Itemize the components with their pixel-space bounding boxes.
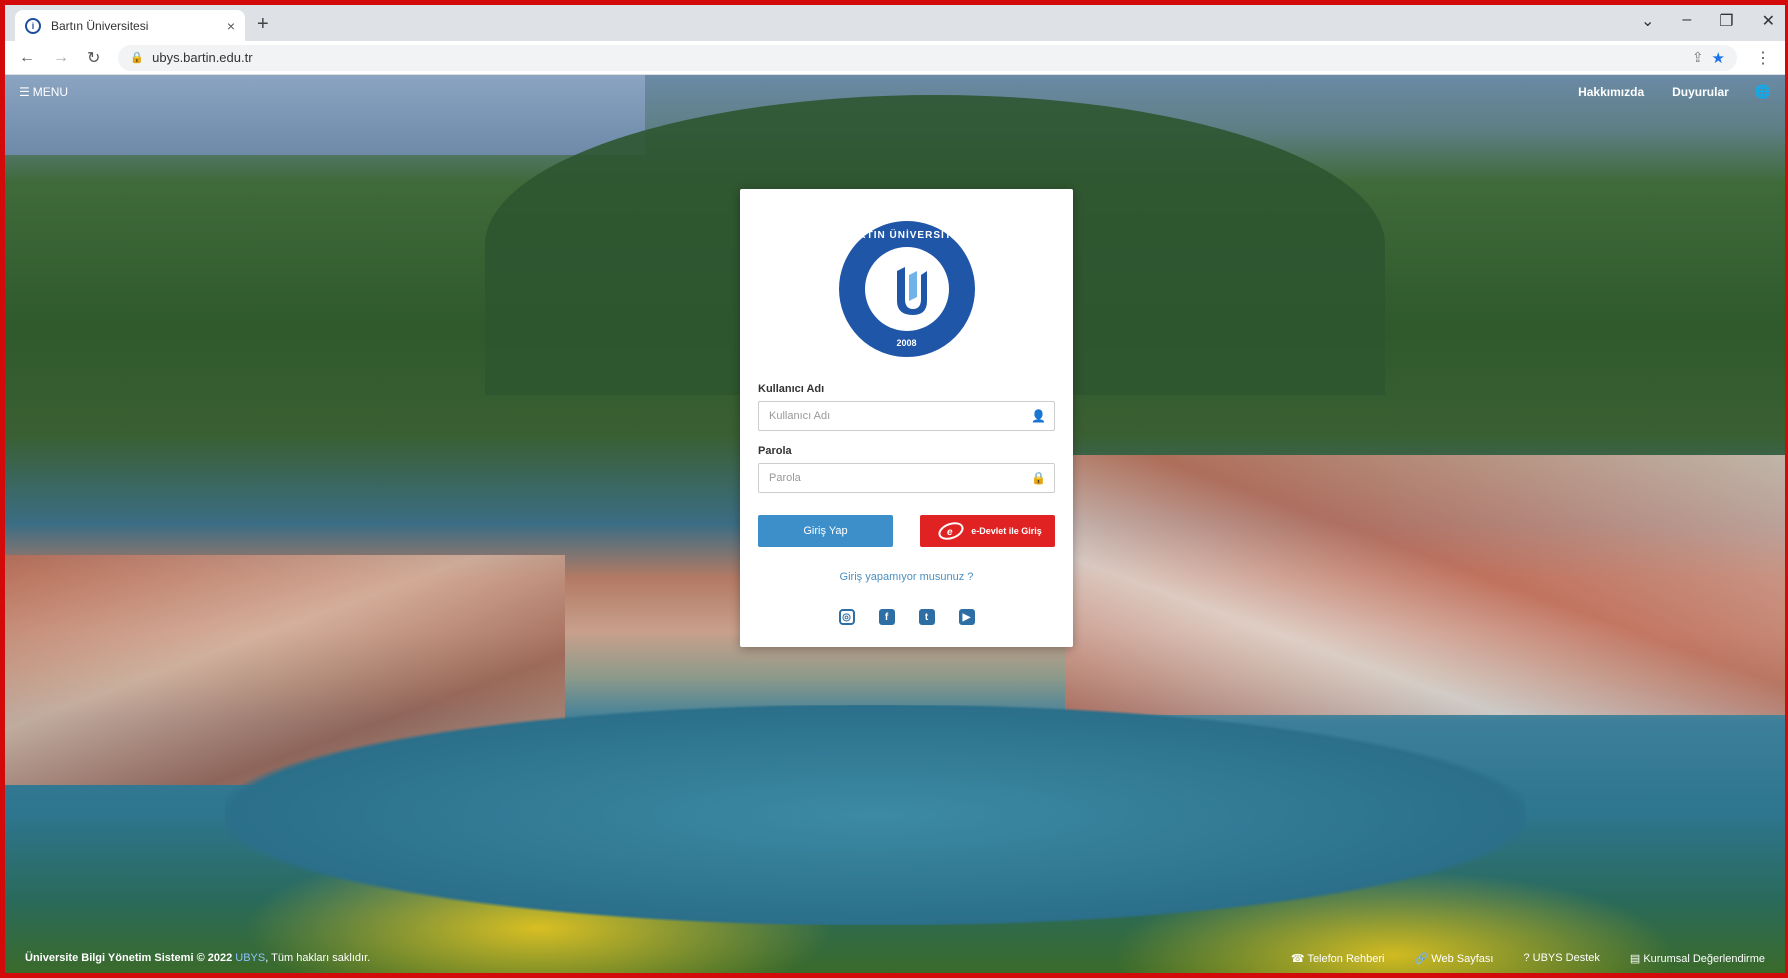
- username-wrap: 👤: [758, 401, 1055, 431]
- logo-inner: [861, 244, 952, 334]
- minimize-icon[interactable]: –: [1682, 11, 1691, 31]
- username-label: Kullanıcı Adı: [758, 383, 825, 395]
- footer-link-support-label: UBYS Destek: [1532, 952, 1600, 964]
- browser-tab[interactable]: i Bartın Üniversitesi ×: [15, 10, 245, 41]
- bookmark-star-icon[interactable]: ★: [1712, 49, 1725, 67]
- new-tab-icon[interactable]: +: [257, 13, 269, 36]
- background-town-right: [1065, 455, 1785, 715]
- back-icon[interactable]: ←: [19, 49, 35, 67]
- footer-system-name: Üniversite Bilgi Yönetim Sistemi © 2022: [25, 952, 233, 964]
- globe-icon[interactable]: 🌐: [1755, 84, 1771, 100]
- lock-icon: 🔒: [130, 52, 145, 64]
- tab-search-icon[interactable]: ⌄: [1641, 11, 1654, 31]
- favicon-icon: i: [25, 17, 41, 34]
- menu-button[interactable]: ☰ MENU: [19, 85, 68, 99]
- browser-tabbar: i Bartın Üniversitesi × + ⌄ – ❐ ✕: [5, 5, 1785, 41]
- lock-icon: 🔒: [1031, 471, 1046, 485]
- window-controls: ⌄ – ❐ ✕: [1641, 11, 1775, 31]
- screen-frame: i Bartın Üniversitesi × + ⌄ – ❐ ✕ ← → ↻ …: [0, 0, 1788, 978]
- footer-link-evaluation[interactable]: ▤ Kurumsal Değerlendirme: [1630, 952, 1765, 965]
- browser-navbar: ← → ↻ 🔒 ubys.bartin.edu.tr ⇪ ★ ⋮: [5, 41, 1785, 75]
- university-logo: BARTIN ÜNİVERSİTESİ 2008: [838, 221, 975, 357]
- password-input[interactable]: [759, 464, 1054, 492]
- nav-link-about[interactable]: Hakkımızda: [1578, 85, 1644, 99]
- password-label: Parola: [758, 445, 792, 457]
- svg-text:e: e: [947, 527, 953, 538]
- youtube-icon[interactable]: ▶: [958, 609, 975, 625]
- twitter-icon[interactable]: t: [918, 609, 935, 625]
- tab-close-icon[interactable]: ×: [227, 18, 235, 34]
- social-links: ◎ f t ▶: [758, 609, 1055, 625]
- address-bar[interactable]: 🔒 ubys.bartin.edu.tr ⇪ ★: [118, 44, 1737, 71]
- logo-ring-text: BARTIN ÜNİVERSİTESİ: [841, 230, 971, 241]
- edevlet-button[interactable]: e e-Devlet ile Giriş: [920, 515, 1055, 547]
- restore-icon[interactable]: ❐: [1719, 11, 1733, 31]
- nav-link-announcements[interactable]: Duyurular: [1672, 85, 1729, 99]
- forgot-link[interactable]: Giriş yapamıyor musunuz ?: [758, 571, 1055, 583]
- top-menu-bar: ☰ MENU Hakkımızda Duyurular 🌐: [5, 75, 1785, 109]
- url-text: ubys.bartin.edu.tr: [152, 50, 253, 65]
- footer-copyright: Üniversite Bilgi Yönetim Sistemi © 2022 …: [25, 952, 370, 964]
- reload-icon[interactable]: ↻: [87, 48, 100, 68]
- instagram-icon[interactable]: ◎: [838, 609, 855, 625]
- login-buttons: Giriş Yap e e-Devlet ile Giriş: [758, 515, 1055, 547]
- edevlet-label: e-Devlet ile Giriş: [971, 526, 1042, 536]
- login-button[interactable]: Giriş Yap: [758, 515, 893, 547]
- menu-label: MENU: [32, 85, 69, 99]
- footer-link-support[interactable]: ? UBYS Destek: [1523, 952, 1599, 964]
- footer-brand-link[interactable]: UBYS: [235, 952, 265, 964]
- logo-wrap: BARTIN ÜNİVERSİTESİ 2008: [758, 221, 1055, 357]
- footer-link-evaluation-label: Kurumsal Değerlendirme: [1643, 952, 1765, 965]
- hamburger-icon: ☰: [19, 85, 30, 99]
- password-wrap: 🔒: [758, 463, 1055, 493]
- footer-link-phonebook-label: Telefon Rehberi: [1307, 952, 1385, 965]
- footer-rights: , Tüm hakları saklıdır.: [265, 952, 371, 964]
- user-icon: 👤: [1031, 409, 1046, 423]
- facebook-icon[interactable]: f: [878, 609, 895, 625]
- close-window-icon[interactable]: ✕: [1762, 11, 1775, 31]
- browser-menu-icon[interactable]: ⋮: [1755, 48, 1771, 68]
- background-bay: [225, 705, 1525, 925]
- logo-year: 2008: [896, 338, 917, 348]
- share-icon[interactable]: ⇪: [1692, 49, 1704, 66]
- edevlet-icon: e: [938, 522, 964, 540]
- username-input[interactable]: [759, 402, 1054, 430]
- forward-icon[interactable]: →: [53, 49, 69, 67]
- tab-title: Bartın Üniversitesi: [51, 18, 149, 33]
- footer-link-phonebook[interactable]: ☎ Telefon Rehberi: [1291, 952, 1385, 965]
- login-card: BARTIN ÜNİVERSİTESİ 2008 Kullanıcı Adı 👤…: [740, 189, 1073, 647]
- login-page: ☰ MENU Hakkımızda Duyurular 🌐 BARTIN ÜNİ…: [5, 75, 1785, 973]
- logo-mark-icon: [896, 267, 927, 315]
- footer-link-website[interactable]: 🔗 Web Sayfası: [1415, 952, 1494, 965]
- footer-link-website-label: Web Sayfası: [1431, 952, 1494, 965]
- footer-bar: Üniversite Bilgi Yönetim Sistemi © 2022 …: [5, 943, 1785, 973]
